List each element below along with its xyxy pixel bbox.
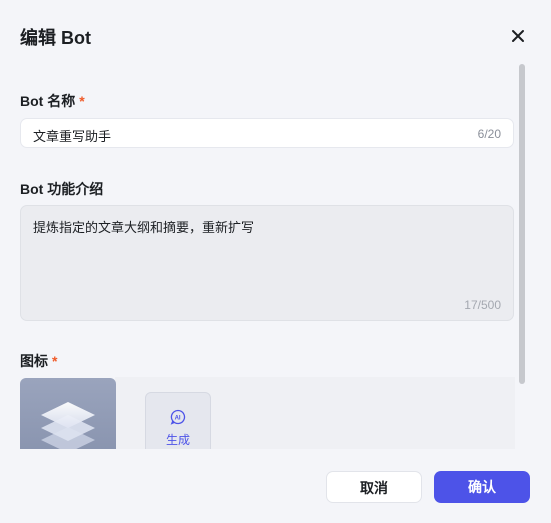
icon-preview[interactable] [20,378,116,449]
svg-text:AI: AI [175,416,181,422]
ai-sparkle-icon: AI [170,409,186,425]
layers-icon [41,402,95,449]
confirm-button[interactable]: 确认 [434,471,530,503]
generate-label: 生成 [165,433,190,447]
bot-description-value: 提炼指定的文章大纲和摘要，重新扩写 [33,220,255,235]
required-mark: * [52,353,58,369]
cancel-button[interactable]: 取消 [326,471,422,503]
close-icon[interactable] [508,26,528,46]
bot-description-counter: 17/500 [464,298,501,312]
bot-name-label-text: Bot 名称 [20,93,76,109]
required-mark: * [79,93,85,109]
generate-icon-button[interactable]: AI 生成 [145,392,211,449]
bot-description-textarea[interactable]: 提炼指定的文章大纲和摘要，重新扩写 17/500 [20,205,514,321]
form-scroll-area: Bot 名称 * 文章重写助手 6/20 Bot 功能介绍 提炼指定的文章大纲和摘… [0,64,551,449]
icon-label-text: 图标 [20,353,48,369]
dialog-title: 编辑 Bot [20,28,91,48]
bot-name-counter: 6/20 [477,127,501,141]
scrollbar-thumb[interactable] [519,64,525,384]
edit-bot-dialog: 编辑 Bot Bot 名称 * 文章重写助手 6/20 Bot 功能介绍 提炼指定… [0,0,551,523]
icon-label: 图标 * [20,351,57,371]
bot-description-label: Bot 功能介绍 [20,181,104,197]
bot-name-value: 文章重写助手 [33,129,112,144]
bot-name-input[interactable]: 文章重写助手 6/20 [20,118,514,148]
bot-name-label: Bot 名称 * [20,91,85,111]
